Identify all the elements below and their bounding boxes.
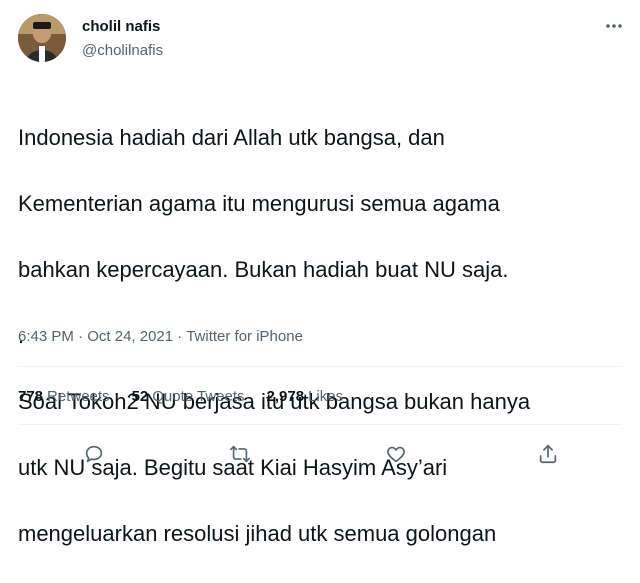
tweet-line: bahkan kepercayaan. Bukan hadiah buat NU… [18, 257, 509, 282]
likes-label: Likes [308, 388, 344, 405]
more-options-icon[interactable] [604, 16, 624, 36]
tweet-line: Kementerian agama itu mengurusi semua ag… [18, 191, 500, 216]
retweets-stat[interactable]: 778 Retweets [18, 388, 110, 405]
meta-separator: · [173, 328, 187, 345]
author-handle[interactable]: @cholilnafis [82, 42, 163, 59]
retweets-label: Retweets [47, 388, 110, 405]
meta-separator: · [73, 328, 88, 345]
tweet-stats: 778 Retweets 52 Quote Tweets 2,978 Likes [18, 388, 343, 405]
tweet-meta: 6:43 PM · Oct 24, 2021 · Twitter for iPh… [18, 328, 303, 345]
like-icon[interactable] [380, 438, 412, 470]
tweet-line: Indonesia hadiah dari Allah utk bangsa, … [18, 125, 445, 150]
divider [18, 424, 622, 425]
divider [18, 366, 622, 367]
action-bar [0, 438, 640, 470]
author-name[interactable]: cholil nafis [82, 18, 160, 35]
quote-tweets-label: Quote Tweets [152, 388, 245, 405]
likes-stat[interactable]: 2,978 Likes [267, 388, 344, 405]
likes-count: 2,978 [266, 388, 305, 405]
tweet-time[interactable]: 6:43 PM [18, 328, 74, 345]
tweet-source[interactable]: Twitter for iPhone [186, 328, 303, 345]
profile-photo-icon [18, 14, 66, 62]
avatar[interactable] [18, 14, 66, 62]
retweet-icon[interactable] [224, 438, 256, 470]
retweets-count: 778 [18, 388, 44, 405]
quote-tweets-stat[interactable]: 52 Quote Tweets [132, 388, 245, 405]
reply-icon[interactable] [78, 438, 110, 470]
share-icon[interactable] [532, 438, 564, 470]
quote-tweets-count: 52 [131, 388, 149, 405]
tweet-line: mengeluarkan resolusi jihad utk semua go… [18, 521, 497, 546]
tweet-date[interactable]: Oct 24, 2021 [87, 328, 173, 345]
